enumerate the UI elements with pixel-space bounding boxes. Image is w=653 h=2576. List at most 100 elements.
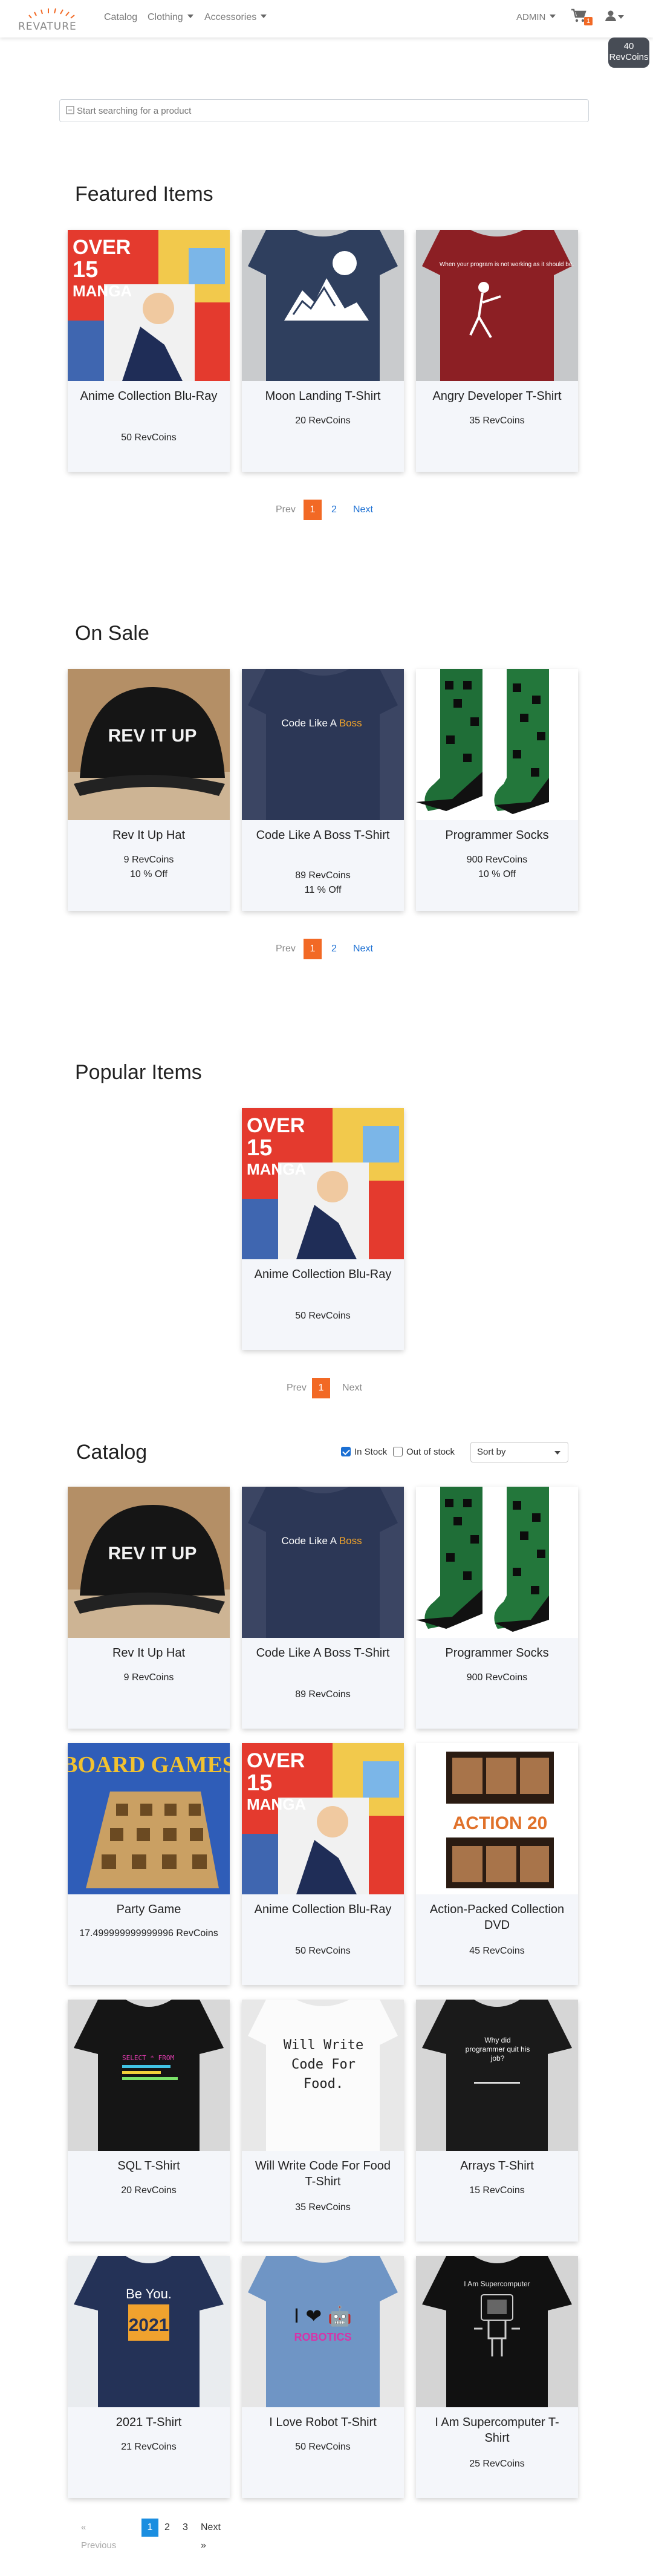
product-card[interactable]: Programmer Socks 900 RevCoins [416,1487,578,1729]
revature-logo[interactable]: REVATURE [18,7,86,33]
product-card[interactable]: Will Write Code For Food. Will Write Cod… [242,2000,404,2242]
product-card[interactable]: OVER 15 MANGA Anime Collection Blu-Ray 5… [68,230,230,472]
product-price: 35 RevCoins [469,416,525,426]
svg-text:REV IT UP: REV IT UP [108,1544,197,1564]
product-card[interactable]: ACTION 20 Action-Packed Collection DVD 4… [416,1743,578,1985]
pagination-previous[interactable]: « Previous [81,2519,116,2551]
product-card[interactable]: When your program is not working as it s… [416,230,578,472]
product-card[interactable]: Programmer Socks 900 RevCoins 10 % Off [416,669,578,911]
cart-count-badge: 1 [584,17,593,25]
on-sale-section-title: On Sale [75,622,149,645]
pagination-page-2[interactable]: 2 [331,500,337,520]
pagination-next[interactable]: Next [353,939,373,959]
pagination-page-1[interactable]: 1 [312,1378,330,1398]
product-price: 20 RevCoins [295,416,351,426]
pagination-page-2[interactable]: 2 [331,939,337,959]
product-card[interactable]: Code Like A Boss Code Like A Boss T-Shir… [242,1487,404,1729]
product-card[interactable]: Moon Landing T-Shirt 20 RevCoins [242,230,404,472]
svg-text:OVER: OVER [73,236,131,259]
boss-shirt-image: Code Like A Boss [242,1487,404,1638]
product-card[interactable]: SELECT * FROM SQL T-Shirt 20 RevCoins [68,2000,230,2242]
nav-catalog-link[interactable]: Catalog [104,12,137,23]
revcoins-balance-badge: 40 RevCoins [608,37,649,68]
svg-text:OVER: OVER [247,1749,305,1772]
product-card[interactable]: Code Like A Boss Code Like A Boss T-Shir… [242,669,404,911]
checkbox-unchecked-icon [393,1447,403,1456]
product-name: SQL T-Shirt [117,2159,180,2173]
revcoins-amount: 40 [623,41,634,51]
pagination-prev[interactable]: Prev [276,500,296,520]
pagination-next[interactable]: Next [353,500,373,520]
action-dvd-image: ACTION 20 [416,1743,578,1894]
pagination-page-1[interactable]: 1 [304,939,322,959]
anime-bluray-image: OVER 15 MANGA [242,1743,404,1894]
product-card[interactable]: REV IT UP Rev It Up Hat 9 RevCoins [68,1487,230,1729]
hat-image: REV IT UP [68,669,230,820]
pagination-page-1[interactable]: 1 [304,500,322,520]
svg-text:BOARD GAMES: BOARD GAMES [68,1752,230,1778]
search-bar [59,99,589,122]
admin-label: ADMIN [516,12,546,22]
product-name: Rev It Up Hat [112,829,186,842]
navbar: REVATURE Catalog Clothing Accessories AD… [0,0,653,37]
svg-text:15: 15 [73,257,98,282]
pagination-page-2[interactable]: 2 [164,2519,170,2537]
svg-text:SELECT * FROM: SELECT * FROM [122,2054,174,2062]
product-price: 9 RevCoins [123,1672,174,1683]
popular-pagination: Prev 1 Next [287,1378,377,1400]
out-of-stock-label: Out of stock [406,1447,455,1457]
sort-by-select[interactable]: Sort by [470,1442,568,1462]
pagination-prev[interactable]: Prev [287,1378,307,1398]
pagination-page-1[interactable]: 1 [141,2519,158,2537]
svg-text:Code Like A Boss: Code Like A Boss [281,717,362,729]
chevron-down-icon [187,15,193,18]
sort-by-label: Sort by [477,1447,506,1457]
product-card[interactable]: OVER 15 MANGA Anime Collection Blu-Ray 5… [242,1108,404,1350]
chevron-down-icon [618,15,624,19]
pagination-prev[interactable]: Prev [276,939,296,959]
product-card[interactable]: Why did programmer quit his job? Arrays … [416,2000,578,2242]
admin-dropdown[interactable]: ADMIN [516,12,556,22]
product-name: Rev It Up Hat [112,1646,186,1660]
svg-text:I ❤ 🤖: I ❤ 🤖 [294,2304,352,2327]
chevron-down-icon [550,15,556,18]
nav-accessories-label: Accessories [204,12,257,22]
product-price: 50 RevCoins [295,1311,351,1321]
product-name: Programmer Socks [445,1646,549,1660]
product-card[interactable]: REV IT UP Rev It Up Hat 9 RevCoins 10 % … [68,669,230,911]
revcoins-label: RevCoins [609,52,649,62]
search-icon [66,106,74,114]
checkbox-checked-icon [341,1447,351,1456]
product-card[interactable]: BOARD GAMES Party Game 17.49999999999999… [68,1743,230,1985]
product-card[interactable]: Be You. 2021 2021 T-Shirt 21 RevCoins [68,2256,230,2498]
catalog-section-title: Catalog [76,1441,148,1464]
search-input[interactable] [77,104,560,117]
nav-clothing-dropdown[interactable]: Clothing [148,12,193,23]
svg-text:Code Like A Boss: Code Like A Boss [281,1535,362,1547]
supercomputer-shirt-image: I Am Supercomputer [416,2256,578,2407]
in-stock-checkbox[interactable]: In Stock [341,1447,387,1457]
svg-text:When your program is not worki: When your program is not working as it s… [440,261,574,268]
chevron-down-icon [554,1451,560,1455]
product-price: 45 RevCoins [469,1946,525,1956]
board-games-image: BOARD GAMES [68,1743,230,1894]
product-name: I Am Supercomputer T-Shirt [435,2416,559,2445]
nav-accessories-dropdown[interactable]: Accessories [204,12,267,23]
pagination-next[interactable]: Next » [201,2519,221,2551]
product-price: 35 RevCoins [295,2202,351,2212]
boss-shirt-image: Code Like A Boss [242,669,404,820]
discount-label: 10 % Off [478,869,516,879]
svg-text:REV IT UP: REV IT UP [108,726,197,746]
product-card[interactable]: OVER 15 MANGA Anime Collection Blu-Ray 5… [242,1743,404,1985]
pagination-page-3[interactable]: 3 [183,2519,188,2537]
product-name: Action-Packed Collection DVD [429,1903,565,1932]
out-of-stock-checkbox[interactable]: Out of stock [393,1447,455,1457]
svg-text:I Am Supercomputer: I Am Supercomputer [464,2280,530,2288]
product-card[interactable]: I Am Supercomputer I Am Supercomputer T-… [416,2256,578,2498]
user-menu-button[interactable] [605,10,629,25]
pagination-next[interactable]: Next [342,1378,362,1398]
svg-text:Be You.: Be You. [126,2286,172,2301]
product-name: Programmer Socks [445,829,549,842]
product-card[interactable]: I ❤ 🤖 ROBOTICS I Love Robot T-Shirt 50 R… [242,2256,404,2498]
cart-button[interactable]: 1 [571,8,593,29]
